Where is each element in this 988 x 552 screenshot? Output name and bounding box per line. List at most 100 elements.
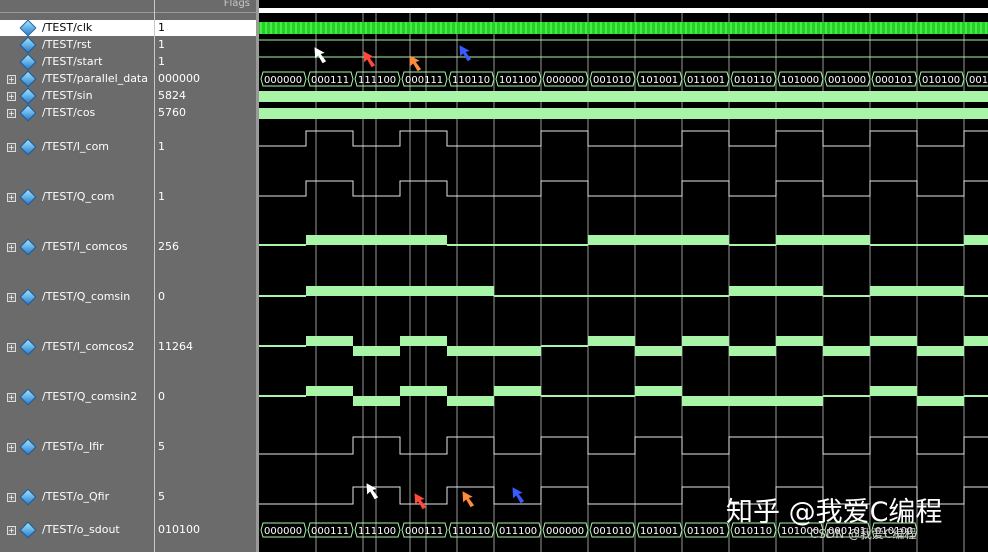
signal-row[interactable]: + /TEST/o_sdout: [0, 521, 154, 539]
parallel-data-value: 110110: [452, 75, 490, 86]
i-comcos-flat: [494, 244, 541, 246]
arrow-white-icon: [314, 47, 327, 64]
expand-icon[interactable]: +: [7, 526, 16, 535]
o-sdout-value: 001010: [593, 526, 631, 537]
signal-row[interactable]: + /TEST/sin: [0, 87, 154, 105]
i-comcos-flat: [541, 244, 588, 246]
signal-row[interactable]: + /TEST/Q_comsin2: [0, 388, 154, 406]
signal-value: 5: [158, 490, 165, 503]
i-comcos-flat: [729, 244, 776, 246]
signal-value-row[interactable]: 0: [155, 289, 256, 305]
i-comcos2-burst: [588, 336, 635, 346]
sin-wave: [259, 91, 988, 102]
name-pane-header: [0, 0, 154, 13]
signal-diamond-icon: [19, 138, 37, 156]
arrow-orange-icon: [409, 55, 422, 72]
q-comsin2-burst: [447, 396, 494, 406]
signal-value-row[interactable]: 1: [155, 37, 256, 53]
signal-row[interactable]: + /TEST/Q_com: [0, 188, 154, 206]
o-sdout-value: 000000: [546, 526, 584, 537]
expand-icon[interactable]: +: [7, 443, 16, 452]
o-sdout-value: 110110: [452, 526, 490, 537]
i-comcos-burst: [353, 235, 400, 245]
signal-value-row[interactable]: 11264: [155, 339, 256, 355]
q-comsin2-burst: [917, 396, 964, 406]
signal-value-row[interactable]: 5: [155, 439, 256, 455]
o-sdout-value: 000111: [311, 526, 349, 537]
i-comcos2-burst: [964, 336, 988, 346]
expand-icon[interactable]: +: [7, 143, 16, 152]
signal-value-row[interactable]: 000000: [155, 71, 256, 87]
waveform-viewer: /TEST/clk/TEST/rst/TEST/start + /TEST/para…: [0, 0, 988, 552]
signal-value-row[interactable]: 1: [155, 20, 256, 36]
signal-row[interactable]: + /TEST/cos: [0, 104, 154, 122]
q-comsin2-burst: [400, 386, 447, 396]
expand-icon[interactable]: +: [7, 193, 16, 202]
signal-row[interactable]: + /TEST/o_Qfir: [0, 488, 154, 506]
signal-value: 5760: [158, 106, 186, 119]
parallel-data-value: 010110: [734, 75, 772, 86]
signal-value: 1: [158, 190, 165, 203]
parallel-data-value: 010100: [922, 75, 960, 86]
signal-value-row[interactable]: 1: [155, 189, 256, 205]
signal-row[interactable]: /TEST/start: [0, 53, 154, 71]
signal-value-row[interactable]: 1: [155, 54, 256, 70]
signal-diamond-icon: [19, 70, 37, 88]
signal-row[interactable]: + /TEST/o_Ifir: [0, 438, 154, 456]
q-comsin-flat: [541, 295, 588, 297]
signal-diamond-icon: [19, 238, 37, 256]
q-comsin-flat: [494, 295, 541, 297]
signal-name: /TEST/Q_comsin: [42, 290, 131, 303]
parallel-data-value: 001010: [593, 75, 631, 86]
q-comsin-flat: [964, 295, 988, 297]
signal-value-row[interactable]: 0: [155, 389, 256, 405]
expand-icon[interactable]: +: [7, 343, 16, 352]
signal-name: /TEST/clk: [42, 21, 93, 34]
i-comcos-flat: [917, 244, 964, 246]
signal-value-row[interactable]: 010100: [155, 522, 256, 538]
signal-name: /TEST/cos: [42, 106, 96, 119]
o-sdout-value: 011001: [687, 526, 725, 537]
signal-value-row[interactable]: 1: [155, 139, 256, 155]
expand-icon[interactable]: +: [7, 493, 16, 502]
signal-row[interactable]: /TEST/rst: [0, 36, 154, 54]
flags-label: Flags: [223, 0, 250, 9]
expand-icon[interactable]: +: [7, 75, 16, 84]
signal-row[interactable]: + /TEST/parallel_data: [0, 70, 154, 88]
value-pane-header: Flags: [155, 0, 256, 13]
i-comcos2-burst: [635, 346, 682, 356]
i-comcos2-burst: [917, 346, 964, 356]
q-comsin2-burst: [729, 396, 776, 406]
signal-value: 5: [158, 440, 165, 453]
expand-icon[interactable]: +: [7, 293, 16, 302]
signal-diamond-icon: [19, 288, 37, 306]
expand-icon[interactable]: +: [7, 109, 16, 118]
signal-value-row[interactable]: 5760: [155, 105, 256, 121]
q-comsin-burst: [870, 286, 917, 296]
q-com-wave: [259, 180, 988, 197]
arrow-blue-icon: [459, 45, 472, 62]
signal-value-row[interactable]: 5824: [155, 88, 256, 104]
signal-row[interactable]: + /TEST/I_com: [0, 138, 154, 156]
i-comcos-burst: [635, 235, 682, 245]
signal-row[interactable]: /TEST/clk: [0, 19, 154, 37]
signal-value: 1: [158, 21, 165, 34]
parallel-data-value: 001: [969, 75, 988, 86]
signal-row[interactable]: + /TEST/I_comcos: [0, 238, 154, 256]
q-comsin2-burst: [870, 386, 917, 396]
signal-value-row[interactable]: 5: [155, 489, 256, 505]
signal-value-pane: Flags 1 1 1 000000 5824 5760 1 1 256 0 11264 0 5 5 010…: [155, 0, 256, 552]
waveform-pane[interactable]: 000000 000111 111100 000111 110110 101100 0000…: [259, 0, 988, 552]
o-ifir-wave: [259, 436, 988, 455]
q-comsin2-flat: [259, 395, 306, 397]
signal-row[interactable]: + /TEST/Q_comsin: [0, 288, 154, 306]
expand-icon[interactable]: +: [7, 243, 16, 252]
signal-diamond-icon: [19, 53, 37, 71]
expand-icon[interactable]: +: [7, 92, 16, 101]
q-comsin2-burst: [494, 386, 541, 396]
signal-value-row[interactable]: 256: [155, 239, 256, 255]
expand-icon[interactable]: +: [7, 393, 16, 402]
i-comcos-flat: [259, 244, 306, 246]
i-comcos2-flat: [541, 345, 588, 347]
signal-row[interactable]: + /TEST/I_comcos2: [0, 338, 154, 356]
